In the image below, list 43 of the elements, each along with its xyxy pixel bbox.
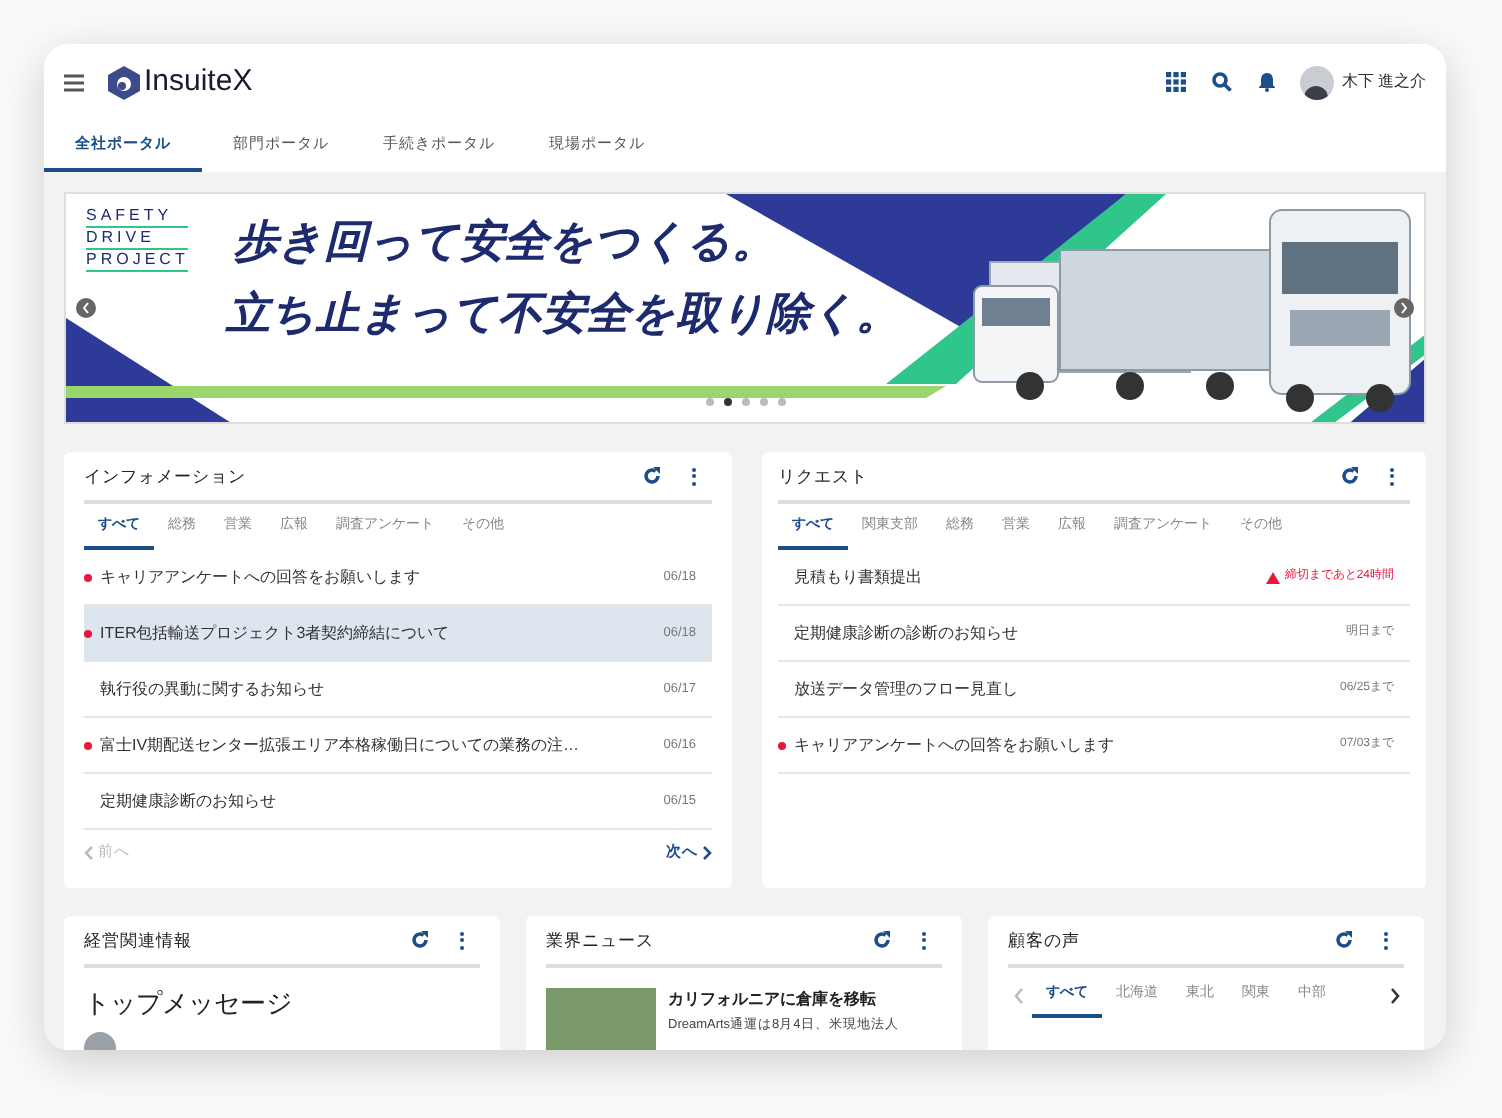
card-title: インフォメーション bbox=[84, 463, 246, 489]
news-title[interactable]: ITER包括輸送プロジェクト3者契約締結について bbox=[100, 621, 450, 645]
refresh-icon[interactable] bbox=[872, 930, 892, 950]
chevron-left-icon bbox=[84, 845, 94, 859]
card-title: 経営関連情報 bbox=[84, 927, 192, 953]
refresh-icon[interactable] bbox=[1340, 466, 1360, 486]
bell-icon[interactable] bbox=[1257, 72, 1276, 92]
request-title[interactable]: 見積もり書類提出 bbox=[794, 565, 922, 589]
banner[interactable]: SAFETY DRIVE PROJECT 歩き回って安全をつくる。 立ち止まって不安全を取り除く。 bbox=[64, 192, 1426, 424]
news-title[interactable]: キャリアアンケートへの回答をお願いします bbox=[100, 565, 420, 589]
chevron-right-icon bbox=[1389, 987, 1399, 1003]
refresh-icon[interactable] bbox=[410, 930, 430, 950]
card-title: リクエスト bbox=[778, 463, 868, 489]
chevron-left-icon bbox=[82, 302, 90, 314]
chevron-left-icon bbox=[1013, 987, 1023, 1003]
request-title[interactable]: 放送データ管理のフロー見直し bbox=[794, 677, 1018, 701]
app-grid-icon[interactable] bbox=[1165, 72, 1186, 92]
banner-headline: 歩き回って安全をつくる。 bbox=[234, 214, 778, 270]
search-icon[interactable] bbox=[1211, 72, 1232, 92]
project-logo-text: PROJECT bbox=[86, 250, 189, 272]
project-logo-text: SAFETY bbox=[86, 206, 189, 228]
menu-icon[interactable] bbox=[64, 73, 84, 91]
news-title[interactable]: 定期健康診断のお知らせ bbox=[100, 789, 276, 813]
previous-slide-button[interactable] bbox=[76, 298, 96, 318]
news-title[interactable]: 富士IV期配送センター拡張エリア本格稼働日についての業務の注… bbox=[100, 733, 580, 757]
chevron-right-icon bbox=[702, 845, 712, 859]
request-title[interactable]: 定期健康診断の診断のお知らせ bbox=[794, 621, 1018, 645]
photo-placeholder bbox=[546, 988, 656, 1050]
card-title: 業界ニュース bbox=[546, 927, 654, 953]
card-title: 顧客の声 bbox=[1008, 927, 1080, 953]
request-title[interactable]: キャリアアンケートへの回答をお願いします bbox=[794, 733, 1114, 757]
refresh-icon[interactable] bbox=[642, 466, 662, 486]
section-heading: トップメッセージ bbox=[84, 986, 294, 1022]
user-name[interactable]: 木下 進之介 bbox=[1341, 70, 1426, 94]
avatar[interactable] bbox=[1299, 65, 1334, 99]
project-logo-text: DRIVE bbox=[86, 228, 189, 250]
refresh-icon[interactable] bbox=[1334, 930, 1354, 950]
logo-icon bbox=[108, 65, 140, 99]
chevron-right-icon bbox=[1400, 302, 1408, 314]
banner-headline: 立ち止まって不安全を取り除く。 bbox=[226, 286, 900, 342]
logo-text: InsuiteX bbox=[144, 61, 253, 102]
news-title[interactable]: 執行役の異動に関するお知らせ bbox=[100, 677, 324, 701]
news-headline[interactable]: カリフォルニアに倉庫を移転 bbox=[668, 988, 899, 1012]
